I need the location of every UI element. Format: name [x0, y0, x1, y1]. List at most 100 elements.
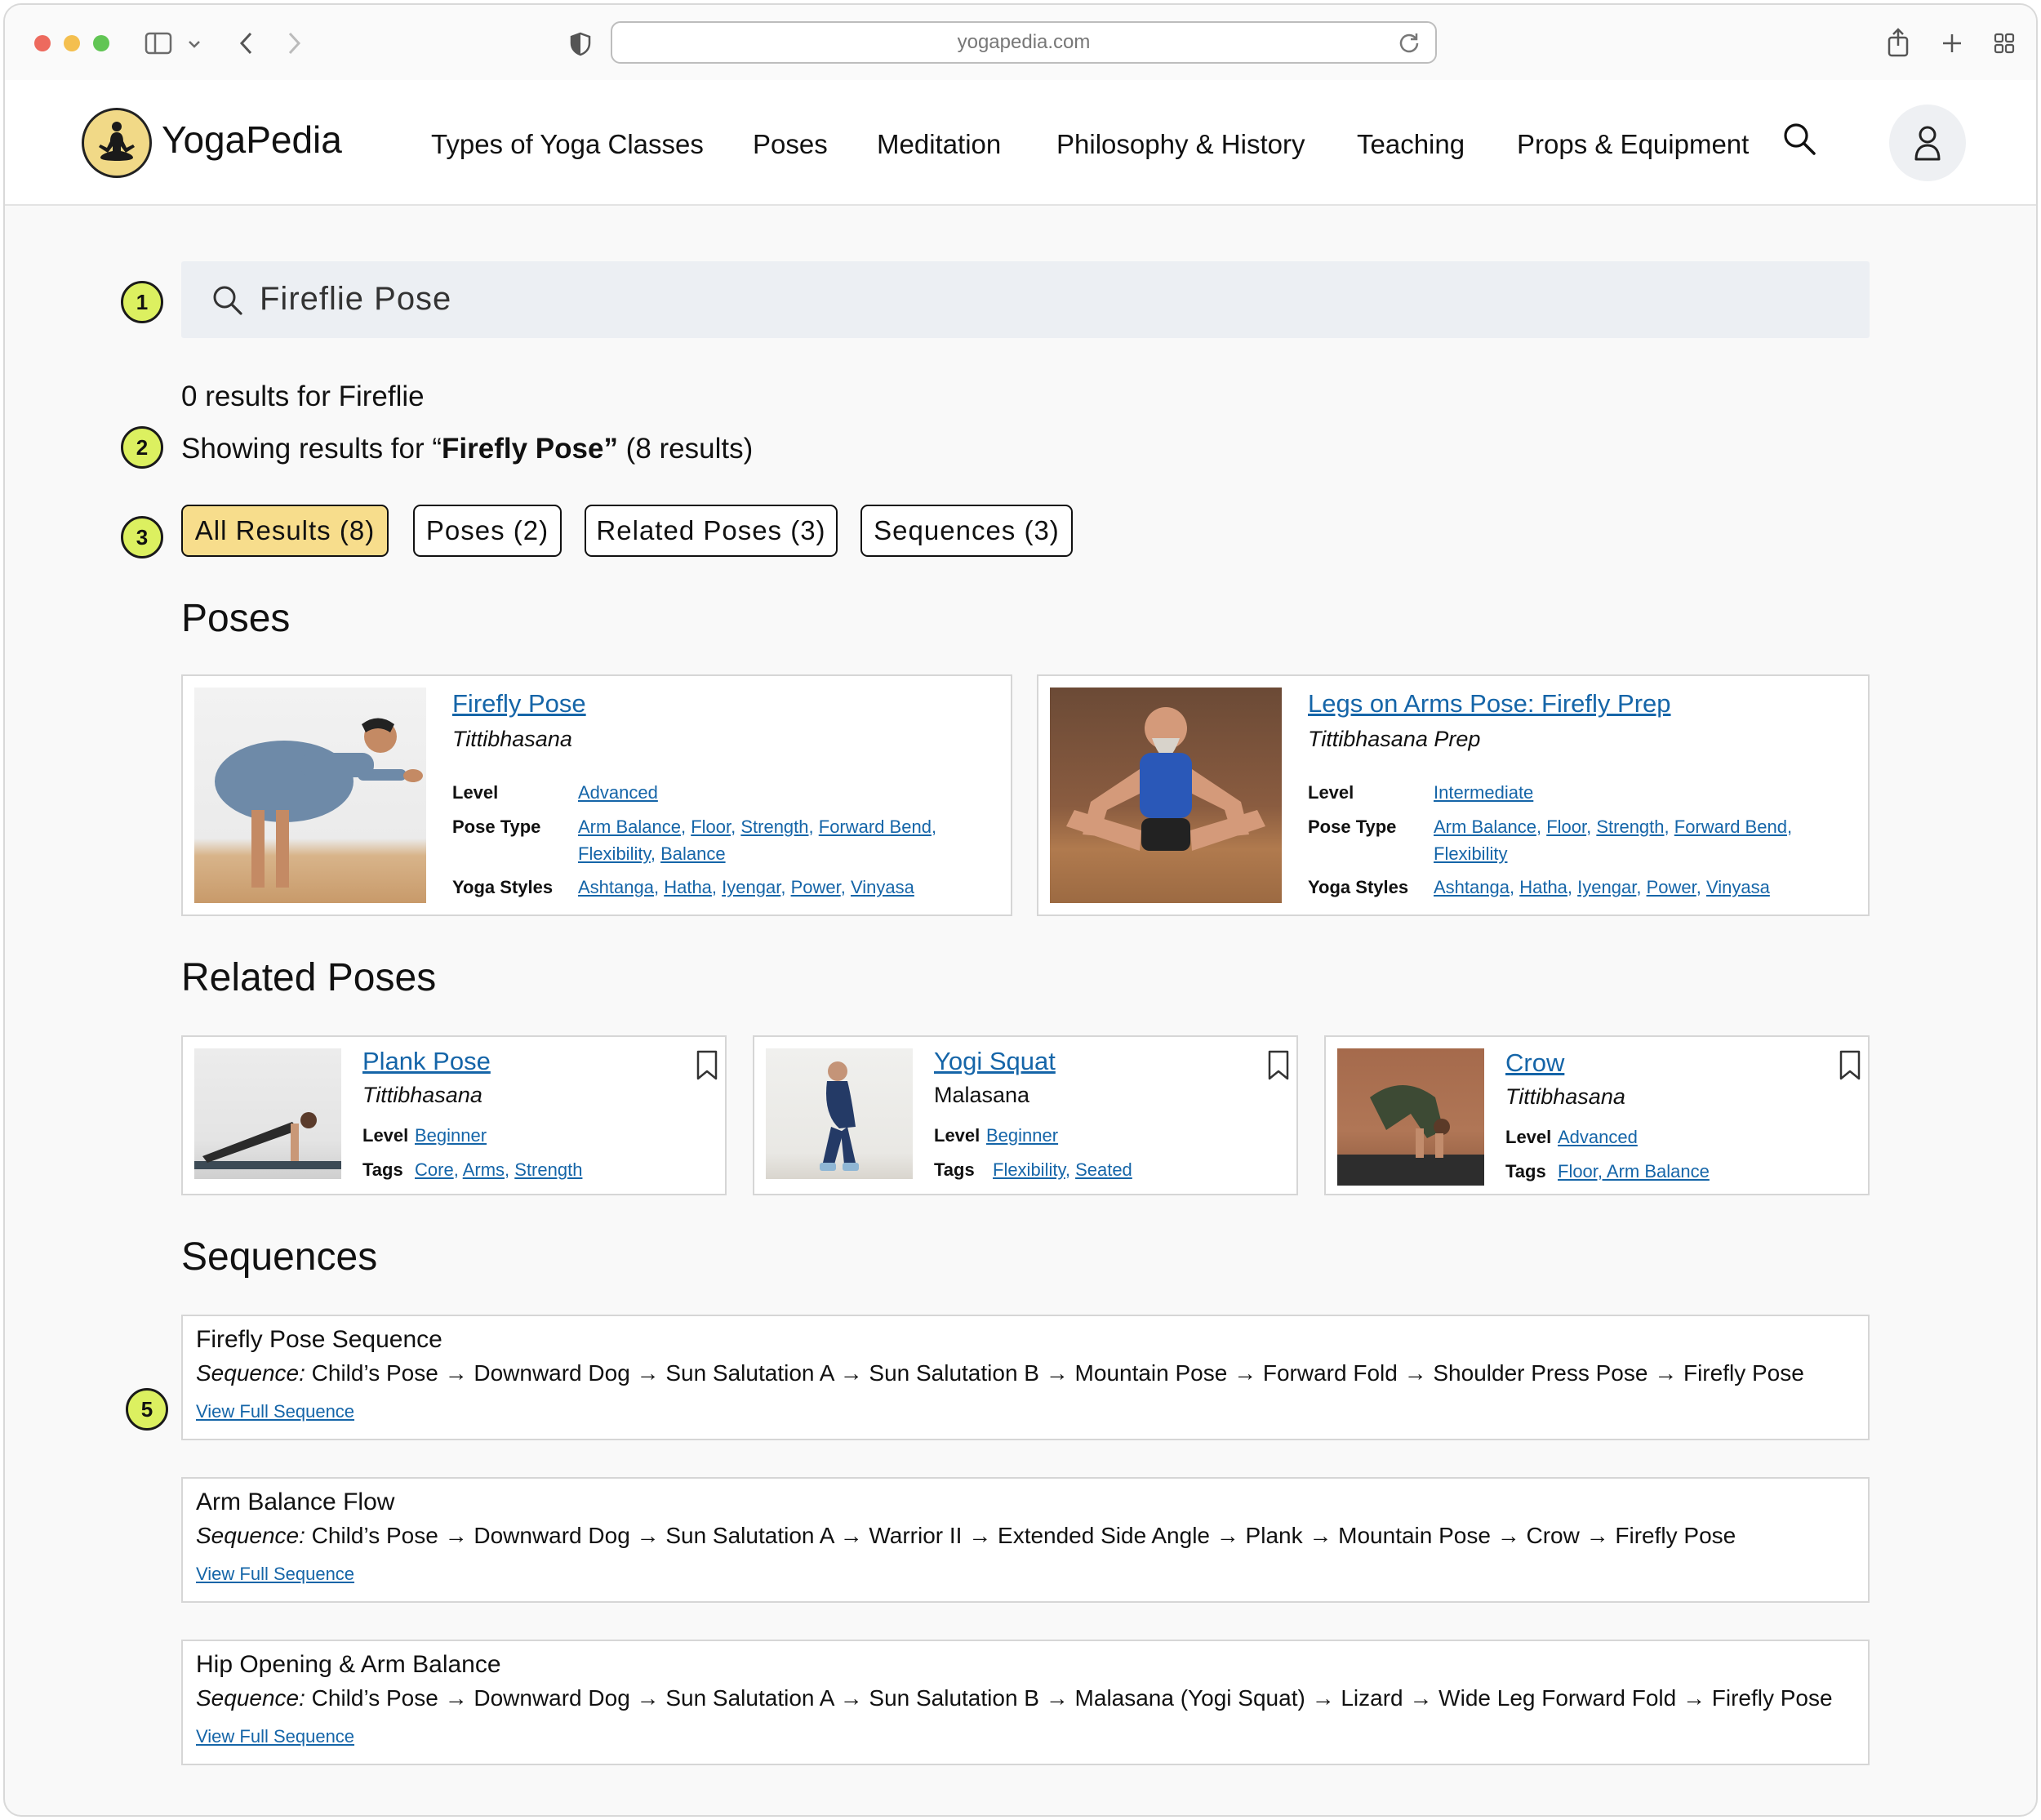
- related-title-link[interactable]: Plank Pose: [362, 1047, 491, 1076]
- address-bar[interactable]: yogapedia.com: [611, 21, 1437, 64]
- view-full-sequence-link[interactable]: View Full Sequence: [196, 1726, 354, 1747]
- level-link[interactable]: Beginner: [415, 1125, 487, 1146]
- pose-type-values: Arm Balance, Floor, Strength, Forward Be…: [1434, 817, 1793, 864]
- pose-photo[interactable]: [1050, 688, 1282, 903]
- yoga-style-link[interactable]: Hatha: [664, 877, 712, 897]
- pose-photo[interactable]: [766, 1048, 913, 1179]
- pose-type-link[interactable]: Balance: [660, 843, 726, 864]
- pose-title-link[interactable]: Firefly Pose: [452, 689, 586, 719]
- tags-label: Tags: [934, 1159, 975, 1180]
- search-input[interactable]: [260, 276, 1811, 322]
- no-results-text: 0 results for Fireflie: [181, 380, 425, 412]
- related-pose-card[interactable]: Crow Tittibhasana Level Advanced Tags Fl…: [1324, 1035, 1870, 1195]
- pose-type-link[interactable]: Floor: [1546, 817, 1586, 837]
- yoga-style-link[interactable]: Hatha: [1519, 877, 1567, 897]
- pose-title-link[interactable]: Legs on Arms Pose: Firefly Prep: [1308, 689, 1671, 719]
- search-field[interactable]: [181, 261, 1870, 338]
- related-title-link[interactable]: Crow: [1505, 1048, 1564, 1078]
- sequence-label: Sequence:: [196, 1523, 305, 1548]
- sequence-steps-text: Child’s Pose → Downward Dog → Sun Saluta…: [311, 1685, 1833, 1711]
- nav-poses[interactable]: Poses: [753, 129, 828, 160]
- pose-type-link[interactable]: Forward Bend: [819, 817, 932, 837]
- yoga-style-link[interactable]: Ashtanga: [578, 877, 654, 897]
- chevron-down-icon[interactable]: [186, 36, 202, 52]
- reload-icon[interactable]: [1398, 31, 1421, 54]
- tags-label: Tags: [1505, 1161, 1546, 1181]
- nav-philosophy-history[interactable]: Philosophy & History: [1056, 129, 1305, 160]
- share-icon[interactable]: [1886, 28, 1910, 57]
- zoom-window-button[interactable]: [93, 35, 109, 51]
- tag-link[interactable]: Flexibility: [993, 1159, 1065, 1180]
- level-value: Beginner: [415, 1122, 487, 1149]
- pose-photo[interactable]: [194, 688, 426, 903]
- bookmark-icon[interactable]: [1839, 1050, 1861, 1081]
- tag-link[interactable]: Seated: [1075, 1159, 1132, 1180]
- plus-icon[interactable]: [1940, 31, 1964, 56]
- nav-meditation[interactable]: Meditation: [877, 129, 1001, 160]
- nav-types-of-yoga-classes[interactable]: Types of Yoga Classes: [431, 129, 704, 160]
- related-sanskrit-name: Tittibhasana: [1505, 1084, 1625, 1109]
- tab-related-poses[interactable]: Related Poses (3): [585, 505, 838, 557]
- pose-type-link[interactable]: Strength: [740, 817, 808, 837]
- bookmark-icon[interactable]: [696, 1050, 718, 1081]
- forward-icon[interactable]: [282, 29, 307, 57]
- site-header: YogaPedia Types of Yoga Classes Poses Me…: [5, 80, 2036, 206]
- pose-type-link[interactable]: Flexibility: [578, 843, 651, 864]
- grid-icon[interactable]: [1992, 31, 2017, 56]
- sequence-title: Firefly Pose Sequence: [196, 1326, 442, 1353]
- yoga-style-link[interactable]: Vinyasa: [851, 877, 914, 897]
- tag-link[interactable]: Core: [415, 1159, 454, 1180]
- pose-type-link[interactable]: Floor: [691, 817, 731, 837]
- view-full-sequence-link[interactable]: View Full Sequence: [196, 1401, 354, 1422]
- search-icon[interactable]: [1781, 121, 1821, 160]
- close-window-button[interactable]: [34, 35, 51, 51]
- minimize-window-button[interactable]: [64, 35, 80, 51]
- pose-type-link[interactable]: Strength: [1596, 817, 1664, 837]
- level-link[interactable]: Advanced: [1558, 1127, 1638, 1147]
- user-icon[interactable]: [1889, 105, 1966, 181]
- pose-photo[interactable]: [1337, 1048, 1484, 1186]
- pose-type-link[interactable]: Flexibility: [1434, 843, 1507, 864]
- pose-type-link[interactable]: Arm Balance: [1434, 817, 1536, 837]
- level-link[interactable]: Advanced: [578, 782, 658, 803]
- yoga-style-link[interactable]: Power: [1647, 877, 1696, 897]
- shield-icon[interactable]: [568, 31, 593, 57]
- yoga-style-link[interactable]: Power: [791, 877, 841, 897]
- sequence-steps: Sequence: Child’s Pose → Downward Dog → …: [196, 1523, 1736, 1549]
- yoga-style-link[interactable]: Vinyasa: [1706, 877, 1770, 897]
- pose-type-label: Pose Type: [1308, 817, 1397, 837]
- site-name[interactable]: YogaPedia: [162, 118, 342, 162]
- tag-link[interactable]: Floor, Arm Balance: [1558, 1161, 1710, 1181]
- level-link[interactable]: Intermediate: [1434, 782, 1533, 803]
- nav-teaching[interactable]: Teaching: [1357, 129, 1465, 160]
- tab-sequences[interactable]: Sequences (3): [860, 505, 1073, 557]
- nav-props-equipment[interactable]: Props & Equipment: [1517, 129, 1749, 160]
- logo[interactable]: [82, 108, 152, 178]
- pose-photo[interactable]: [194, 1048, 341, 1179]
- tag-link[interactable]: Arms: [463, 1159, 505, 1180]
- pose-type-link[interactable]: Arm Balance: [578, 817, 681, 837]
- yoga-styles-label: Yoga Styles: [1308, 877, 1409, 897]
- pose-sanskrit-name: Tittibhasana: [452, 727, 572, 751]
- tab-all-results[interactable]: All Results (8): [181, 505, 389, 557]
- yoga-style-link[interactable]: Ashtanga: [1434, 877, 1510, 897]
- sidebar-icon[interactable]: [144, 31, 173, 56]
- related-pose-card[interactable]: Yogi Squat Malasana Level Beginner Tags …: [753, 1035, 1298, 1195]
- yoga-style-link[interactable]: Iyengar: [1577, 877, 1636, 897]
- tab-poses[interactable]: Poses (2): [413, 505, 562, 557]
- related-pose-card[interactable]: Plank Pose Tittibhasana Level Beginner T…: [181, 1035, 727, 1195]
- related-title-link[interactable]: Yogi Squat: [934, 1047, 1056, 1076]
- tags-label: Tags: [362, 1159, 403, 1180]
- back-icon[interactable]: [233, 29, 258, 57]
- pose-card[interactable]: Firefly Pose Tittibhasana Level Advanced…: [181, 674, 1012, 916]
- tag-link[interactable]: Strength: [514, 1159, 582, 1180]
- yoga-style-link[interactable]: Iyengar: [722, 877, 780, 897]
- pose-type-link[interactable]: Forward Bend: [1674, 817, 1787, 837]
- level-link[interactable]: Beginner: [986, 1125, 1058, 1146]
- corrected-term[interactable]: Firefly Pose”: [442, 433, 618, 465]
- bookmark-icon[interactable]: [1267, 1050, 1290, 1081]
- sequence-label: Sequence:: [196, 1685, 305, 1711]
- sequence-label: Sequence:: [196, 1360, 305, 1386]
- pose-card[interactable]: Legs on Arms Pose: Firefly Prep Tittibha…: [1037, 674, 1870, 916]
- view-full-sequence-link[interactable]: View Full Sequence: [196, 1564, 354, 1585]
